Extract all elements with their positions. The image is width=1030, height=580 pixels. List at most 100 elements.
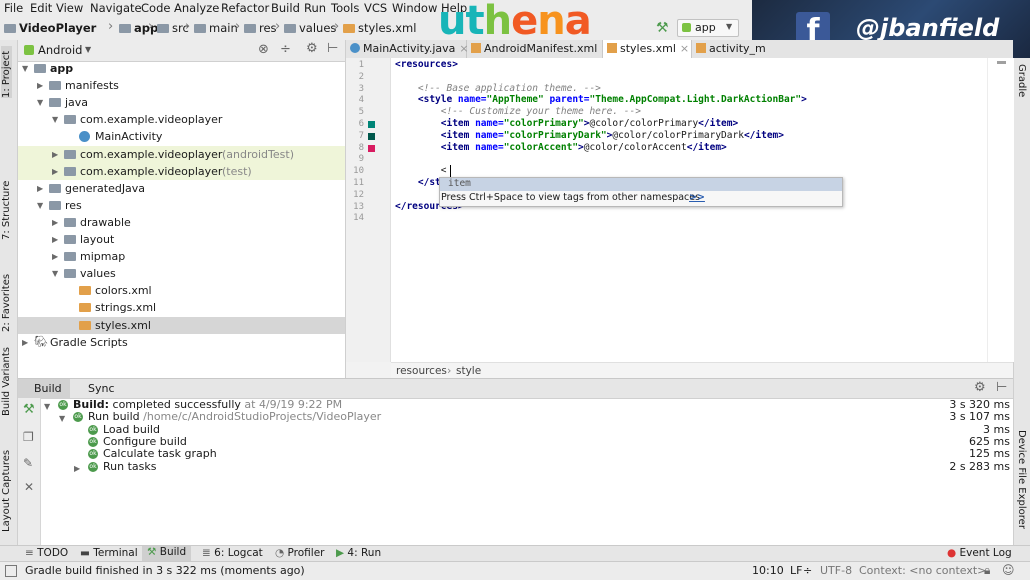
context-indicator[interactable]: Context: <no context> (859, 564, 986, 577)
breadcrumb-resources[interactable]: resources (396, 365, 447, 377)
line-separator[interactable]: LF (790, 564, 802, 577)
build-row[interactable]: ok Configure build 625 ms (40, 435, 1013, 448)
collapsed-arrow-icon[interactable]: ▶ (37, 77, 43, 94)
nav-crumb-res[interactable]: res (244, 21, 277, 35)
menu-navigate[interactable]: Navigate (90, 1, 142, 15)
inspector-face-icon[interactable]: ☺ (1002, 563, 1015, 577)
tab-terminal[interactable]: ▬ Terminal (80, 547, 138, 559)
close-icon[interactable]: × (680, 42, 689, 55)
panel-toggle-icon[interactable] (5, 565, 17, 577)
tree-item[interactable]: ▼ res (18, 197, 345, 214)
tab-profiler[interactable]: ◔ Profiler (275, 547, 324, 559)
nav-crumb-main[interactable]: main (194, 21, 238, 35)
menu-analyze[interactable]: Analyze (174, 1, 219, 15)
tree-item[interactable]: ▼ values (18, 265, 345, 282)
hide-panel-icon[interactable]: ⊢ (996, 380, 1007, 395)
tree-item[interactable]: styles.xml (18, 316, 345, 334)
nav-crumb-values[interactable]: values (284, 21, 336, 35)
tree-item[interactable]: MainActivity (18, 128, 345, 145)
tab-favorites[interactable]: 2: Favorites (1, 264, 12, 332)
tab-main-activity[interactable]: MainActivity.java × (346, 40, 469, 58)
collapsed-arrow-icon[interactable]: ▶ (22, 334, 28, 351)
color-swatch[interactable] (368, 132, 375, 140)
project-view-selector[interactable]: Android (38, 43, 82, 57)
tree-item[interactable]: ▶ drawable (18, 214, 345, 231)
tree-item[interactable]: ▶ com.example.videoplayer (androidTest) (18, 145, 345, 163)
gear-icon[interactable]: ⚙ (974, 380, 986, 395)
color-swatch[interactable] (368, 144, 375, 152)
build-row[interactable]: ▼ ok Run build /home/c/AndroidStudioProjec… (40, 411, 1013, 424)
tab-structure[interactable]: 7: Structure (1, 178, 12, 240)
editor-scroll-strip[interactable] (987, 58, 1014, 362)
expanded-arrow-icon[interactable]: ▼ (52, 265, 58, 282)
expanded-arrow-icon[interactable]: ▼ (37, 94, 43, 111)
event-log-button[interactable]: ● Event Log (947, 547, 1012, 559)
menu-file[interactable]: File (4, 1, 23, 15)
tab-logcat[interactable]: ≣ 6: Logcat (202, 547, 263, 559)
hide-panel-icon[interactable]: ⊢ (327, 41, 338, 56)
tab-run[interactable]: ▶ 4: Run (336, 547, 381, 559)
chevron-down-icon[interactable]: ▼ (85, 45, 91, 54)
nav-crumb-file[interactable]: styles.xml (343, 21, 416, 35)
expanded-arrow-icon[interactable]: ▼ (52, 111, 58, 128)
menu-vcs[interactable]: VCS (364, 1, 387, 15)
tree-item[interactable]: ▼ app (18, 60, 345, 77)
menu-tools[interactable]: Tools (331, 1, 359, 15)
tree-item[interactable]: colors.xml (18, 282, 345, 299)
collapsed-arrow-icon[interactable]: ▶ (52, 248, 58, 265)
caret-position[interactable]: 10:10 (752, 564, 784, 577)
tab-android-manifest[interactable]: AndroidManifest.xml× (467, 40, 610, 58)
tree-item[interactable]: strings.xml (18, 299, 345, 316)
tree-item[interactable]: ▼ java (18, 94, 345, 111)
expanded-arrow-icon[interactable]: ▼ (22, 60, 28, 77)
build-row[interactable]: ok Load build 3 ms (40, 423, 1013, 436)
build-row[interactable]: ▼ ok Build: completed successfully at 4/9/… (40, 399, 1013, 412)
collapsed-arrow-icon[interactable]: ▶ (52, 146, 58, 163)
gear-icon[interactable]: ⚙ (306, 41, 318, 56)
menu-window[interactable]: Window (392, 1, 437, 15)
run-config-select[interactable]: app ▼ (677, 19, 739, 37)
tab-build[interactable]: ⚒ Build (142, 546, 192, 561)
menu-run[interactable]: Run (304, 1, 326, 15)
tree-item[interactable]: ▶ com.example.videoplayer (test) (18, 162, 345, 180)
collapsed-arrow-icon[interactable]: ▶ (52, 231, 58, 248)
tab-todo[interactable]: ≡ TODO (25, 547, 68, 559)
menu-code[interactable]: Code (141, 1, 170, 15)
lock-icon[interactable]: 🔒︎ (984, 563, 990, 578)
tab-gradle[interactable]: Gradle (1016, 64, 1027, 97)
menu-refactor[interactable]: Refactor (221, 1, 269, 15)
scope-target-icon[interactable]: ⊗ (258, 42, 269, 57)
collapse-all-icon[interactable]: ÷ (280, 42, 291, 57)
tree-item[interactable]: ▶ generatedJava (18, 180, 345, 197)
tab-project[interactable]: 1: Project (1, 46, 12, 98)
collapsed-arrow-icon[interactable]: ▶ (52, 163, 58, 180)
build-row[interactable]: ▶ ok Run tasks 2 s 283 ms (40, 460, 1013, 475)
tab-activity-main[interactable]: activity_m (692, 40, 770, 58)
expanded-arrow-icon[interactable]: ▼ (37, 197, 43, 214)
tab-styles-xml[interactable]: styles.xml × (603, 40, 692, 58)
tab-build-variants[interactable]: Build Variants (1, 346, 12, 416)
code-editor[interactable]: <resources> <!-- Base application theme.… (391, 58, 987, 362)
tree-item[interactable]: ▶ layout (18, 231, 345, 248)
tree-item[interactable]: ▶ manifests (18, 77, 345, 94)
tree-item[interactable]: ▼ com.example.videoplayer (18, 111, 345, 128)
completion-item[interactable]: item (440, 178, 842, 191)
completion-more-link[interactable]: >> (689, 192, 705, 203)
menu-view[interactable]: View (56, 1, 83, 15)
collapsed-arrow-icon[interactable]: ▶ (37, 180, 43, 197)
breadcrumb-style[interactable]: style (456, 365, 481, 377)
file-encoding[interactable]: UTF-8 (820, 564, 852, 577)
nav-crumb-project[interactable]: VideoPlayer (4, 21, 96, 35)
make-project-hammer-icon[interactable]: ⚒ (656, 20, 669, 36)
tab-device-file-explorer[interactable]: Device File Explorer (1016, 430, 1027, 529)
tree-item[interactable]: ▶ 🐘︎ Gradle Scripts (18, 334, 345, 351)
color-swatch[interactable] (368, 121, 375, 128)
menu-edit[interactable]: Edit (30, 1, 52, 15)
collapsed-arrow-icon[interactable]: ▶ (52, 214, 58, 231)
tab-layout-captures[interactable]: Layout Captures (1, 444, 12, 532)
collapsed-arrow-icon[interactable]: ▶ (74, 463, 80, 475)
tab-sync[interactable]: Sync (88, 382, 115, 395)
build-row[interactable]: ok Calculate task graph 125 ms (40, 448, 1013, 460)
menu-build[interactable]: Build (271, 1, 300, 15)
tree-item[interactable]: ▶ mipmap (18, 248, 345, 265)
